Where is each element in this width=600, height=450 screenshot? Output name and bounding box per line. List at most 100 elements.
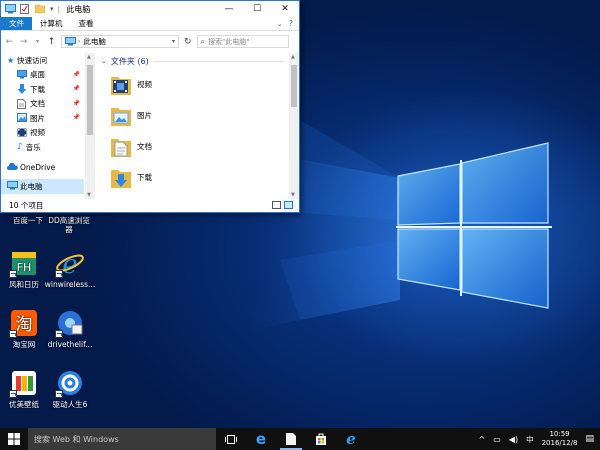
pin-icon[interactable]: 📌: [73, 114, 80, 121]
desktop-icon-label: 优美壁纸: [9, 400, 39, 409]
this-pc-icon: [7, 181, 18, 191]
desktop-icon-label: 风和日历: [9, 280, 39, 289]
nav-onedrive[interactable]: OneDrive: [1, 161, 84, 176]
properties-icon[interactable]: [20, 4, 30, 14]
pin-icon[interactable]: 📌: [73, 71, 80, 78]
close-button[interactable]: ✕: [271, 1, 299, 17]
taobao-icon: 淘: [9, 308, 39, 338]
minimize-button[interactable]: —: [215, 1, 243, 17]
expand-ribbon-icon[interactable]: ⌄: [277, 20, 283, 28]
address-bar[interactable]: › 此电脑 ▾: [61, 35, 179, 48]
taskbar-search-box[interactable]: 搜索 Web 和 Windows: [28, 428, 216, 450]
nav-documents[interactable]: 文档 📌: [1, 97, 84, 112]
details-view-button[interactable]: [272, 201, 281, 209]
download-arrow-icon: [17, 84, 27, 95]
folder-item[interactable]: 下载: [97, 162, 290, 193]
this-pc-icon: [65, 36, 76, 47]
folder-item[interactable]: 文档: [97, 131, 290, 162]
desktop-icon-youmei-wallpaper[interactable]: 优美壁纸: [0, 368, 48, 409]
nav-this-pc[interactable]: 此电脑: [1, 179, 84, 194]
store-button[interactable]: [306, 428, 336, 450]
clock[interactable]: 10:59 2016/12/8: [542, 430, 578, 448]
ie-button[interactable]: e: [336, 428, 366, 450]
desktop-icon-taobao[interactable]: 淘 淘宝网: [0, 308, 48, 349]
folders-group-header[interactable]: ⌄ 文件夹 (6): [97, 53, 290, 69]
collapse-chevron-icon[interactable]: ⌄: [101, 57, 107, 65]
file-explorer-button[interactable]: [276, 428, 306, 450]
edge-button[interactable]: e: [246, 428, 276, 450]
nav-this-pc-label: 此电脑: [20, 181, 43, 191]
search-icon: ⌕: [200, 36, 206, 46]
nav-videos[interactable]: 视频: [1, 126, 84, 141]
picture-icon: [17, 113, 27, 123]
address-row: ← → ▾ ↑ › 此电脑 ▾ ↻ ⌕ 搜索"此电脑": [1, 33, 299, 50]
nav-item-label: 文档: [30, 99, 45, 109]
star-icon: ★: [7, 55, 15, 65]
task-view-button[interactable]: [216, 428, 246, 450]
nav-pictures[interactable]: 图片 📌: [1, 111, 84, 126]
folder-item[interactable]: 视频: [97, 69, 290, 100]
breadcrumb-chevron-icon[interactable]: ›: [78, 38, 80, 45]
taskbar: 搜索 Web 和 Windows e e ^ ▭ ◀) 中 10:59 2016…: [0, 428, 600, 450]
breadcrumb-this-pc[interactable]: 此电脑: [83, 36, 106, 47]
up-button[interactable]: ↑: [47, 37, 56, 47]
folder-label: 文档: [137, 142, 152, 151]
tab-view[interactable]: 查看: [71, 17, 102, 30]
tab-file[interactable]: 文件: [1, 17, 32, 30]
network-icon[interactable]: ▭: [493, 435, 501, 444]
nav-downloads[interactable]: 下载 📌: [1, 82, 84, 97]
customize-quick-access-icon[interactable]: ▾: [50, 5, 54, 13]
task-view-icon: [225, 434, 237, 444]
edge-icon: e: [255, 430, 267, 448]
help-icon[interactable]: ?: [289, 19, 293, 28]
forward-button[interactable]: →: [19, 37, 28, 47]
volume-icon[interactable]: ◀): [509, 435, 518, 444]
nav-quick-access[interactable]: ★ 快速访问: [1, 53, 84, 68]
file-explorer-icon: [286, 433, 296, 445]
ribbon-tabs: 文件 计算机 查看 ⌄ ?: [1, 17, 299, 31]
pin-icon[interactable]: 📌: [73, 100, 80, 107]
refresh-icon[interactable]: ↻: [184, 37, 192, 47]
driver-life-6-icon: [55, 368, 85, 398]
nav-quick-access-label: 快速访问: [17, 55, 48, 65]
file-explorer-window: ▾ | 此电脑 — ☐ ✕ 文件 计算机 查看 ⌄ ? ← → ▾ ↑ › 此电…: [0, 0, 300, 213]
nav-item-label: 视频: [30, 128, 45, 138]
store-icon: [316, 433, 326, 445]
desktop-icon: [17, 69, 27, 80]
ime-indicator[interactable]: 中: [526, 434, 534, 445]
search-box[interactable]: ⌕ 搜索"此电脑": [196, 35, 289, 48]
fenghe-calendar-icon: FH: [9, 248, 39, 278]
downloads-folder-icon: [111, 167, 131, 189]
maximize-button[interactable]: ☐: [243, 1, 271, 17]
nav-item-label: 音乐: [25, 142, 41, 152]
navigation-pane-scrollbar[interactable]: ▲ ▼: [85, 53, 95, 199]
tab-computer[interactable]: 计算机: [32, 17, 71, 30]
ribbon-controls: ⌄ ?: [277, 17, 299, 30]
new-folder-icon[interactable]: [34, 4, 46, 14]
desktop-icon-winwireless[interactable]: e winwireless...: [44, 248, 96, 289]
nav-onedrive-label: OneDrive: [20, 163, 56, 173]
desktop-icon-driver-life-6[interactable]: 驱动人生6: [44, 368, 96, 409]
folder-item[interactable]: 图片: [97, 100, 290, 131]
internet-explorer-icon: e: [55, 248, 85, 280]
taskbar-search-placeholder: 搜索 Web 和 Windows: [34, 434, 119, 444]
desktop-icon-label: 淘宝网: [12, 340, 36, 349]
caption-buttons: — ☐ ✕: [215, 1, 299, 17]
address-dropdown-icon[interactable]: ▾: [172, 38, 175, 45]
recent-locations-button[interactable]: ▾: [33, 38, 42, 45]
document-icon: [17, 98, 27, 109]
large-icons-view-button[interactable]: [284, 201, 293, 209]
pin-icon[interactable]: 📌: [73, 85, 80, 92]
nav-desktop[interactable]: 桌面 📌: [1, 68, 84, 83]
action-center-icon[interactable]: ▤: [585, 434, 594, 444]
nav-music[interactable]: ♪ 音乐: [1, 140, 84, 155]
content-scrollbar[interactable]: ▲ ▼: [289, 53, 299, 199]
desktop-icon-fenghe-calendar[interactable]: FH 风和日历: [0, 248, 48, 289]
system-tray: ^ ▭ ◀) 中 10:59 2016/12/8 ▤: [479, 430, 600, 448]
back-button[interactable]: ←: [5, 37, 14, 47]
start-button[interactable]: [0, 428, 28, 450]
desktop-icon-drivethelife[interactable]: drivethelif...: [44, 308, 96, 349]
show-hidden-icons-button[interactable]: ^: [479, 435, 486, 444]
nav-item-label: 图片: [30, 113, 45, 123]
title-bar[interactable]: ▾ | 此电脑 — ☐ ✕: [1, 1, 299, 17]
